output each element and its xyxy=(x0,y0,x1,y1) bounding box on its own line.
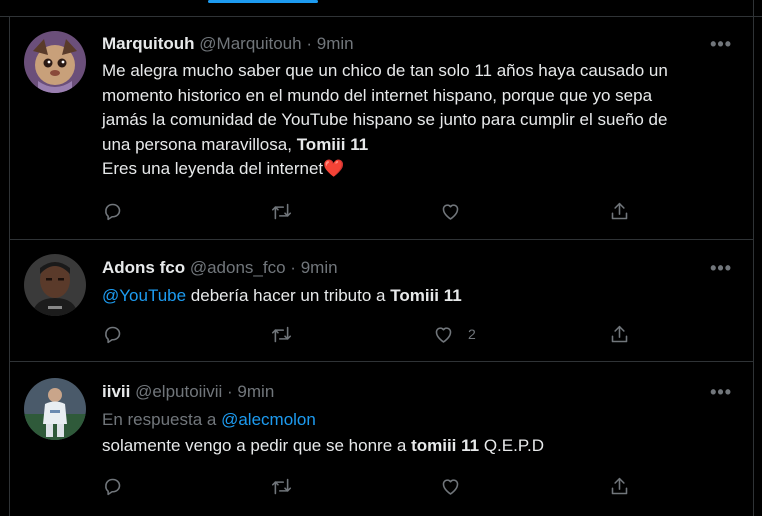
tweet-text-line: Eres una leyenda del internet xyxy=(102,159,324,178)
more-icon[interactable]: ••• xyxy=(710,258,732,279)
reply-prefix: En respuesta a xyxy=(102,410,217,429)
tweet-text: Me alegra mucho saber que un chico de ta… xyxy=(102,59,732,182)
tweet-text-line: jamás la comunidad de YouTube hispano se… xyxy=(102,110,668,129)
like-count: 2 xyxy=(468,326,476,342)
reply-icon xyxy=(105,478,121,495)
share-icon xyxy=(611,202,628,219)
reply-button[interactable] xyxy=(102,322,123,346)
display-name[interactable]: iivii xyxy=(102,382,130,401)
handle[interactable]: @elputoiivii xyxy=(135,382,222,401)
tweet-iivii[interactable]: iivii @elputoiivii · 9min ••• En respues… xyxy=(10,362,753,516)
retweet-icon xyxy=(271,478,292,494)
active-tab-indicator xyxy=(208,0,318,3)
share-button[interactable] xyxy=(609,322,630,346)
handle[interactable]: @adons_fco xyxy=(190,258,286,277)
retweet-button[interactable] xyxy=(271,199,292,223)
heart-emoji: ❤️ xyxy=(323,159,345,178)
tweet-text-line: Me alegra mucho saber que un chico de ta… xyxy=(102,61,668,80)
avatar[interactable] xyxy=(24,254,86,316)
more-icon[interactable]: ••• xyxy=(710,34,732,55)
reply-context: En respuesta a @alecmolon xyxy=(102,408,732,433)
separator: · xyxy=(227,382,233,401)
avatar[interactable] xyxy=(24,31,86,93)
reply-button[interactable] xyxy=(102,474,123,498)
tweet-text-body: debería hacer un tributo a xyxy=(190,286,386,305)
share-button[interactable] xyxy=(609,474,630,498)
share-icon xyxy=(611,325,628,342)
like-icon xyxy=(442,203,459,220)
reply-icon xyxy=(105,203,121,220)
share-button[interactable] xyxy=(609,199,630,223)
mention-link[interactable]: @YouTube xyxy=(102,286,186,305)
timestamp[interactable]: 9min xyxy=(237,382,274,401)
separator: · xyxy=(290,258,296,277)
like-button[interactable]: 2 xyxy=(433,322,476,346)
tweet-text-body: solamente vengo a pedir que se honre a xyxy=(102,436,407,455)
like-icon xyxy=(442,478,459,495)
retweet-icon xyxy=(271,203,292,219)
timeline-right-border xyxy=(753,0,754,516)
tweet-marquitouh[interactable]: Marquitouh @Marquitouh · 9min ••• Me ale… xyxy=(10,17,753,240)
tweet-actions xyxy=(102,199,642,223)
like-icon xyxy=(435,326,452,343)
like-button[interactable] xyxy=(440,474,461,498)
tweet-text-line: momento historico en el mundo del intern… xyxy=(102,85,653,105)
tweet-header: iivii @elputoiivii · 9min xyxy=(102,382,274,402)
retweet-button[interactable] xyxy=(271,474,292,498)
reply-button[interactable] xyxy=(102,199,123,223)
tweet-adons-fco[interactable]: Adons fco @adons_fco · 9min ••• @YouTube… xyxy=(10,240,753,362)
share-icon xyxy=(611,477,628,494)
tweet-header: Marquitouh @Marquitouh · 9min xyxy=(102,34,354,54)
tweet-text-line: una persona maravillosa, xyxy=(102,134,292,154)
handle[interactable]: @Marquitouh xyxy=(199,34,301,53)
reply-to-mention[interactable]: @alecmolon xyxy=(221,410,316,429)
bold-tag: Tomiii 11 xyxy=(390,286,462,305)
top-divider xyxy=(0,0,762,17)
bold-tag: Tomiii 11 xyxy=(296,134,369,154)
tweet-text-suffix: Q.E.P.D xyxy=(483,436,544,455)
tweet-text: @YouTube debería hacer un tributo a Tomi… xyxy=(102,284,732,309)
retweet-icon xyxy=(271,326,292,342)
bold-tag: tomiii 11 xyxy=(411,436,480,455)
timestamp[interactable]: 9min xyxy=(317,34,354,53)
retweet-button[interactable] xyxy=(271,322,292,346)
tweet-actions xyxy=(102,474,642,498)
display-name[interactable]: Marquitouh xyxy=(102,34,195,53)
like-button[interactable] xyxy=(440,199,461,223)
tweet-text: solamente vengo a pedir que se honre a t… xyxy=(102,434,732,459)
tweet-header: Adons fco @adons_fco · 9min xyxy=(102,258,338,278)
tweet-actions: 2 xyxy=(102,322,642,346)
more-icon[interactable]: ••• xyxy=(710,382,732,403)
reply-icon xyxy=(105,326,121,343)
separator: · xyxy=(306,34,312,53)
display-name[interactable]: Adons fco xyxy=(102,258,185,277)
timestamp[interactable]: 9min xyxy=(301,258,338,277)
avatar[interactable] xyxy=(24,378,86,440)
